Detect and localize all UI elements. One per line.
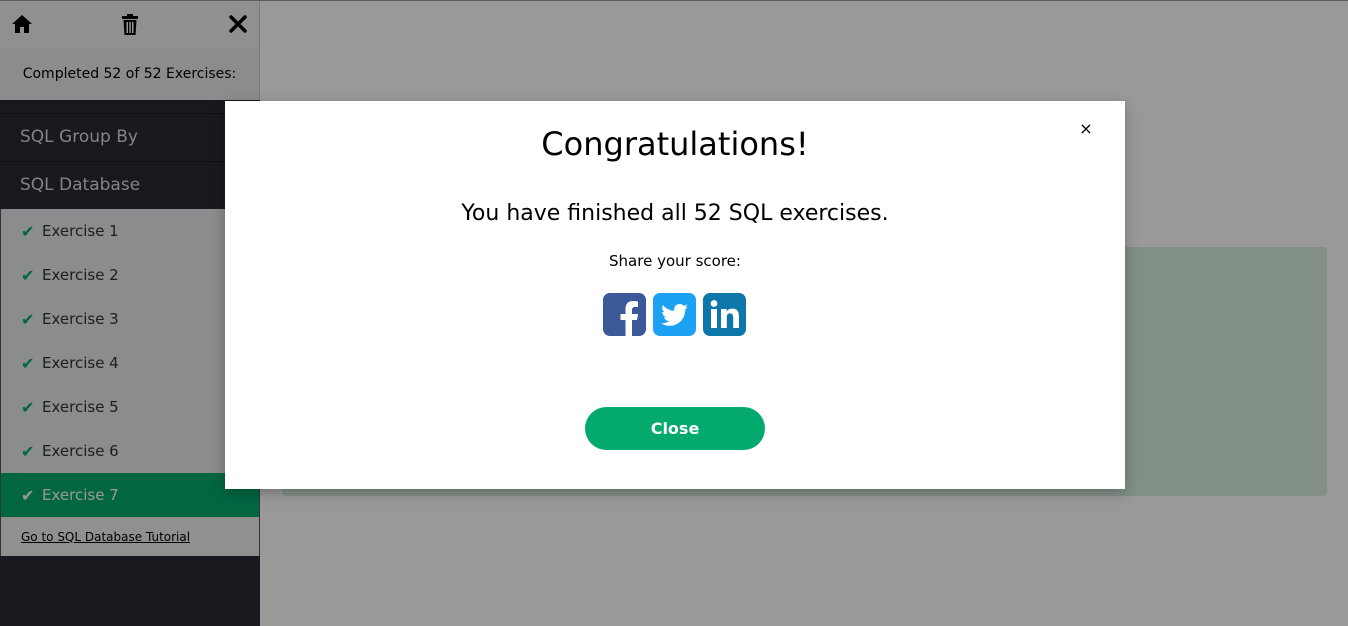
share-label: Share your score: (609, 252, 741, 270)
modal-title: Congratulations! (541, 125, 809, 163)
close-button[interactable]: Close (585, 407, 765, 450)
facebook-icon[interactable] (603, 293, 646, 336)
modal-message: You have finished all 52 SQL exercises. (461, 201, 889, 226)
twitter-icon[interactable] (653, 293, 696, 336)
congrats-modal: × Congratulations! You have finished all… (225, 101, 1125, 489)
top-border (0, 0, 1348, 1)
linkedin-icon[interactable] (703, 293, 746, 336)
